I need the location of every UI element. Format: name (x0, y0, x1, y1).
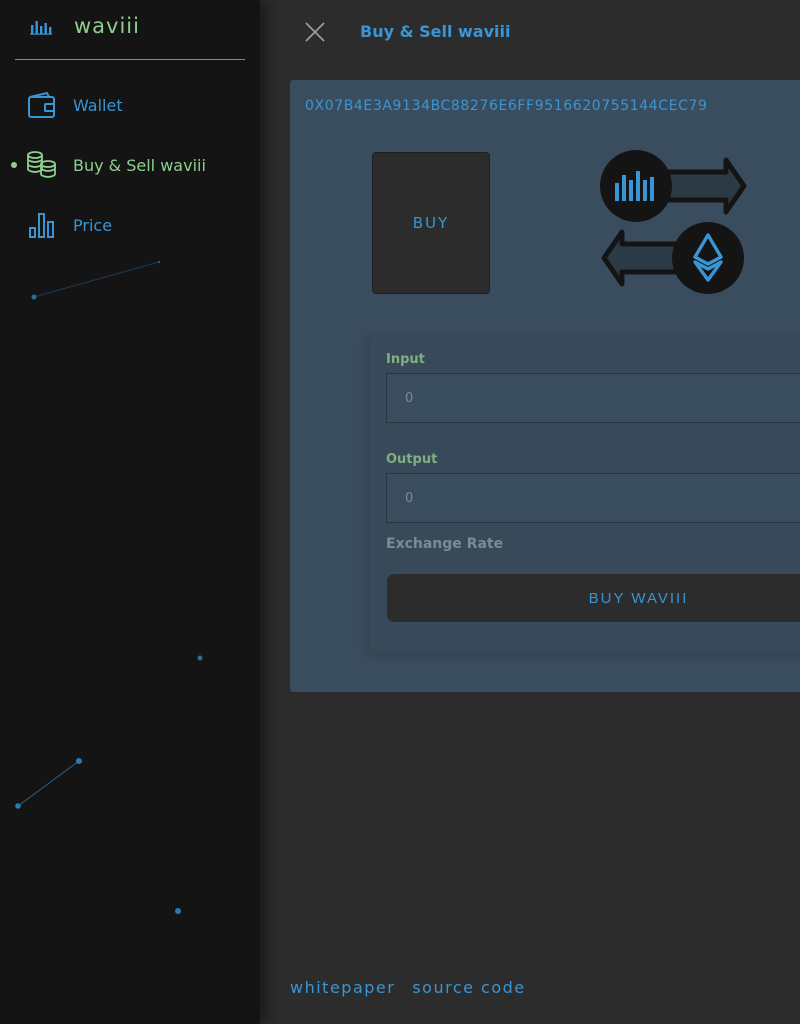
buy-waviii-button[interactable]: buy waviii (387, 574, 800, 622)
input-amount-field[interactable] (386, 373, 800, 423)
sidebar-divider (15, 59, 245, 60)
sidebar-item-label: Price (73, 215, 113, 235)
exchange-card: 0X07B4E3A9134BC88276E6FF9516620755144CEC… (290, 80, 800, 692)
sidebar-item-buy-sell[interactable]: Buy & Sell waviii (26, 149, 206, 181)
active-indicator (11, 162, 17, 168)
exchange-form: Input Output Exchange Rate buy waviii (370, 332, 800, 652)
output-label: Output (386, 452, 438, 467)
waviii-logo-icon (30, 21, 52, 35)
whitepaper-link[interactable]: whitepaper (290, 978, 395, 997)
sidebar: waviii Wallet Buy & Sell waviii Price (0, 0, 260, 1024)
sidebar-item-wallet[interactable]: Wallet (26, 89, 123, 121)
sidebar-item-label: Wallet (73, 95, 123, 115)
sidebar-item-label: Buy & Sell waviii (73, 155, 206, 175)
sidebar-item-price[interactable]: Price (26, 209, 112, 241)
swap-icon[interactable] (598, 150, 750, 300)
exchange-rate-label: Exchange Rate (386, 536, 504, 552)
buy-tab-label: buy (412, 214, 450, 232)
brand[interactable]: waviii (30, 14, 140, 38)
wallet-icon (26, 89, 58, 121)
brand-name: waviii (74, 14, 140, 38)
input-label: Input (386, 352, 425, 367)
page-title: Buy & Sell waviii (360, 22, 511, 41)
source-code-link[interactable]: source code (412, 978, 525, 997)
close-icon (305, 22, 325, 42)
buy-tab[interactable]: buy (372, 152, 490, 294)
bar-chart-icon (26, 209, 58, 241)
close-button[interactable] (303, 20, 327, 44)
coins-icon (26, 149, 58, 181)
output-amount-field[interactable] (386, 473, 800, 523)
main-panel: Buy & Sell waviii 0X07B4E3A9134BC88276E6… (260, 0, 800, 1024)
footer-links: whitepaper source code (290, 978, 543, 997)
wallet-address: 0X07B4E3A9134BC88276E6FF9516620755144CEC… (305, 98, 708, 114)
